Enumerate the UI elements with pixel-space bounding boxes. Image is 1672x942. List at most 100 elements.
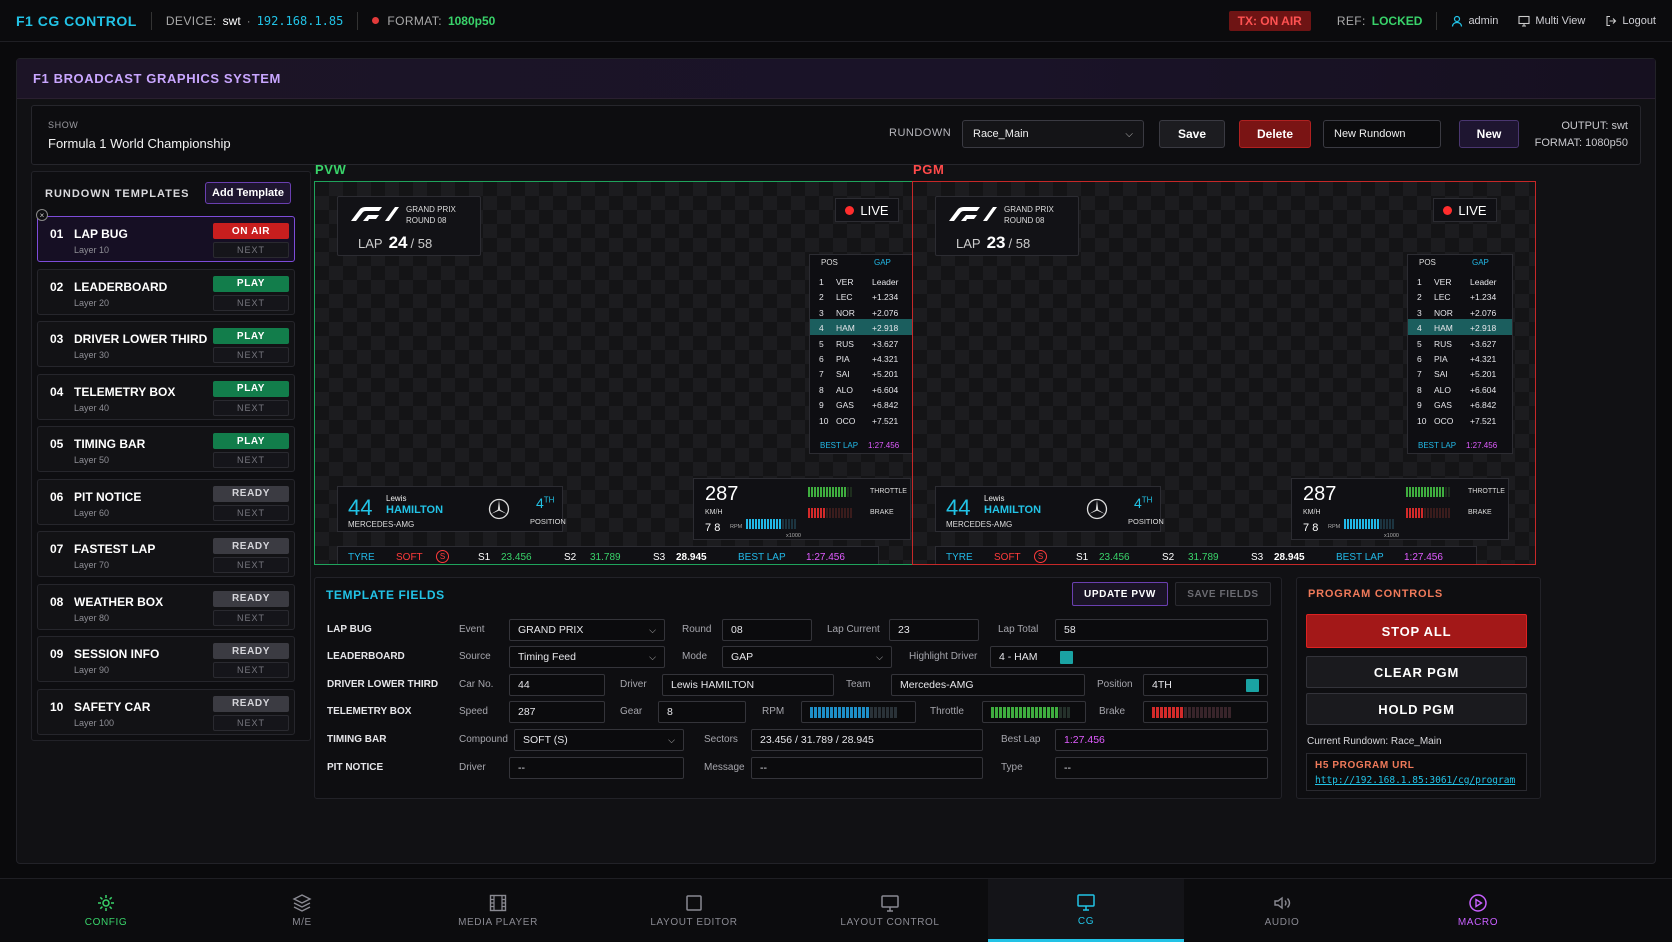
delete-button[interactable]: Delete bbox=[1239, 120, 1311, 148]
template-status-button[interactable]: PLAY bbox=[213, 328, 289, 344]
rpm-label: RPM bbox=[1328, 524, 1341, 530]
template-status-button[interactable]: ON AIR bbox=[213, 223, 289, 239]
template-status-button[interactable]: READY bbox=[213, 538, 289, 554]
new-button[interactable]: New bbox=[1459, 120, 1519, 148]
nav-item-m-e[interactable]: M/E bbox=[204, 879, 400, 942]
template-next-button[interactable]: NEXT bbox=[213, 714, 289, 731]
field-row-label: LAP BUG bbox=[327, 624, 372, 635]
template-item[interactable]: 07 FASTEST LAP Layer 70 READY NEXT bbox=[37, 531, 295, 577]
close-icon[interactable]: × bbox=[36, 209, 48, 221]
main-panel: F1 BROADCAST GRAPHICS SYSTEM SHOW Formul… bbox=[16, 58, 1656, 864]
template-item[interactable]: 05 TIMING BAR Layer 50 PLAY NEXT bbox=[37, 426, 295, 472]
pit-driver-input[interactable]: -- bbox=[509, 757, 684, 779]
highlight-driver-input[interactable]: 4 - HAM bbox=[990, 646, 1268, 668]
template-status-button[interactable]: READY bbox=[213, 485, 289, 502]
clear-pgm-button[interactable]: CLEAR PGM bbox=[1306, 656, 1527, 688]
gear-value: 7 8 bbox=[1303, 522, 1319, 534]
template-next-button[interactable]: NEXT bbox=[213, 347, 289, 363]
source-select[interactable]: Timing Feed ⌵ bbox=[509, 646, 665, 668]
template-next-button[interactable]: NEXT bbox=[213, 609, 289, 626]
template-name: TIMING BAR bbox=[74, 437, 146, 451]
best-lap-input[interactable]: 1:27.456 bbox=[1055, 729, 1268, 751]
template-item[interactable]: 08 WEATHER BOX Layer 80 READY NEXT bbox=[37, 583, 295, 630]
template-status-button[interactable]: PLAY bbox=[213, 433, 289, 449]
template-item[interactable]: × 01 LAP BUG Layer 10 ON AIR NEXT bbox=[36, 209, 295, 262]
update-pvw-button[interactable]: UPDATE PVW bbox=[1072, 582, 1168, 606]
template-status-button[interactable]: READY bbox=[213, 643, 289, 659]
nav-item-macro[interactable]: MACRO bbox=[1380, 879, 1576, 942]
template-item[interactable]: 10 SAFETY CAR Layer 100 READY NEXT bbox=[37, 688, 295, 735]
template-next-button[interactable]: NEXT bbox=[213, 557, 289, 573]
template-item[interactable]: 02 LEADERBOARD Layer 20 PLAY NEXT bbox=[37, 268, 295, 315]
hold-pgm-button[interactable]: HOLD PGM bbox=[1306, 693, 1527, 725]
speed-input[interactable]: 287 bbox=[509, 701, 605, 723]
driver-input[interactable]: Lewis HAMILTON bbox=[662, 674, 834, 696]
s2-value: 31.789 bbox=[590, 552, 621, 563]
template-item[interactable]: 09 SESSION INFO Layer 90 READY NEXT bbox=[37, 636, 295, 682]
logout-link[interactable]: Logout bbox=[1605, 15, 1656, 27]
team-input[interactable]: Mercedes-AMG bbox=[891, 674, 1085, 696]
template-item[interactable]: 06 PIT NOTICE Layer 60 READY NEXT bbox=[37, 478, 295, 525]
monitor-icon bbox=[881, 895, 899, 912]
monitor-icon bbox=[1077, 893, 1095, 911]
save-fields-button[interactable]: SAVE FIELDS bbox=[1175, 582, 1271, 606]
throttle-slider[interactable] bbox=[982, 701, 1086, 723]
throttle-label: Throttle bbox=[930, 706, 964, 717]
template-next-button[interactable]: NEXT bbox=[213, 294, 289, 311]
round-input[interactable]: 08 bbox=[722, 619, 812, 641]
event-select[interactable]: GRAND PRIX ⌵ bbox=[509, 619, 665, 641]
rundown-templates-panel: RUNDOWN TEMPLATES Add Template × 01 LAP BU… bbox=[31, 171, 311, 741]
mercedes-logo-icon bbox=[1086, 498, 1108, 520]
template-next-button[interactable]: NEXT bbox=[213, 504, 289, 521]
top-bar: F1 CG CONTROL DEVICE: swt · 192.168.1.85… bbox=[0, 0, 1672, 42]
telemetry-box: 287 KM/H 7 8 RPM x1000 THROTTLE BRAKE bbox=[693, 478, 911, 540]
add-template-button[interactable]: Add Template bbox=[205, 182, 291, 204]
tower-row: 2 LEC +1.234 bbox=[1417, 292, 1497, 303]
template-item[interactable]: 04 TELEMETRY BOX Layer 40 PLAY NEXT bbox=[37, 373, 295, 420]
rundown-select[interactable]: Race_Main ⌵ bbox=[962, 120, 1144, 148]
mode-select[interactable]: GAP ⌵ bbox=[722, 646, 892, 668]
template-status-button[interactable]: PLAY bbox=[213, 380, 289, 397]
user-menu[interactable]: admin bbox=[1451, 15, 1498, 27]
template-status-button[interactable]: PLAY bbox=[213, 275, 289, 292]
color-swatch[interactable] bbox=[1059, 650, 1073, 664]
nav-item-layout-control[interactable]: LAYOUT CONTROL bbox=[792, 879, 988, 942]
template-next-button[interactable]: NEXT bbox=[213, 662, 289, 678]
nav-item-cg[interactable]: CG bbox=[988, 879, 1184, 942]
nav-item-media-player[interactable]: MEDIA PLAYER bbox=[400, 879, 596, 942]
template-next-button[interactable]: NEXT bbox=[213, 452, 289, 468]
round-label: Round bbox=[682, 624, 712, 635]
nav-item-layout-editor[interactable]: LAYOUT EDITOR bbox=[596, 879, 792, 942]
multiview-link[interactable]: Multi View bbox=[1518, 15, 1585, 27]
nav-label: MACRO bbox=[1457, 917, 1499, 928]
save-button[interactable]: Save bbox=[1159, 120, 1225, 148]
template-item[interactable]: 03 DRIVER LOWER THIRD Layer 30 PLAY NEXT bbox=[37, 321, 295, 367]
message-input[interactable]: -- bbox=[751, 757, 983, 779]
position-input[interactable]: 4TH bbox=[1143, 674, 1268, 696]
template-next-button[interactable]: NEXT bbox=[213, 399, 289, 416]
template-status-button[interactable]: READY bbox=[213, 590, 289, 607]
stop-all-button[interactable]: STOP ALL bbox=[1306, 614, 1527, 648]
rpm-slider[interactable] bbox=[801, 701, 916, 723]
nav-item-config[interactable]: CONFIG bbox=[8, 879, 204, 942]
template-next-button[interactable]: NEXT bbox=[213, 242, 289, 258]
type-input[interactable]: -- bbox=[1055, 757, 1268, 779]
new-rundown-input[interactable]: New Rundown bbox=[1323, 120, 1441, 148]
lap-current-input[interactable]: 23 bbox=[889, 619, 979, 641]
template-number: 01 bbox=[50, 227, 64, 241]
h5-url-link[interactable]: http://192.168.1.85:3061/cg/program bbox=[1315, 775, 1515, 786]
tower-row: 4 HAM +2.918 bbox=[810, 319, 914, 336]
timing-strip: TYRE SOFT S S1 23.456 S2 31.789 S3 28.945 BEST LA… bbox=[337, 546, 879, 564]
driver-lower-third: 44 Lewis HAMILTON MERCEDES-AMG 4TH POSITION bbox=[337, 486, 566, 532]
nav-item-audio[interactable]: AUDIO bbox=[1184, 879, 1380, 942]
color-swatch[interactable] bbox=[1246, 678, 1259, 692]
live-dot-icon bbox=[1443, 205, 1453, 215]
lap-total-input[interactable]: 58 bbox=[1055, 619, 1268, 641]
sectors-input[interactable]: 23.456 / 31.789 / 28.945 bbox=[751, 729, 983, 751]
compound-select[interactable]: SOFT (S) ⌵ bbox=[514, 729, 684, 751]
gear-input[interactable]: 8 bbox=[658, 701, 746, 723]
brake-slider[interactable] bbox=[1143, 701, 1268, 723]
template-status-button[interactable]: READY bbox=[213, 695, 289, 712]
app-brand: F1 CG CONTROL bbox=[16, 12, 137, 29]
car-no-input[interactable]: 44 bbox=[509, 674, 605, 696]
